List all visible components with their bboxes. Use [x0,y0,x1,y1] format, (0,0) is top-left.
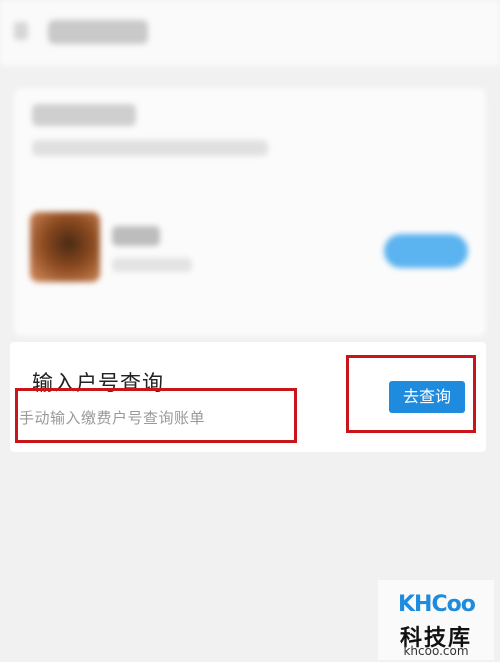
top-bar [0,0,500,66]
highlight-box-subtitle [15,388,297,443]
blurred-subtitle [32,140,268,156]
blurred-heading [32,104,136,126]
highlight-box-button [346,355,476,433]
page-title [48,20,148,44]
blurred-account-meta [112,258,192,272]
watermark-domain: khcoo.com [403,644,469,658]
watermark-logo: KHCoo [398,592,476,617]
blurred-account-name [112,226,160,246]
blurred-action-button[interactable] [384,234,468,268]
back-icon[interactable] [14,22,28,40]
blurred-avatar [30,212,100,282]
blurred-account-card [14,88,486,336]
watermark: KHCoo 科技库 khcoo.com [378,580,494,660]
